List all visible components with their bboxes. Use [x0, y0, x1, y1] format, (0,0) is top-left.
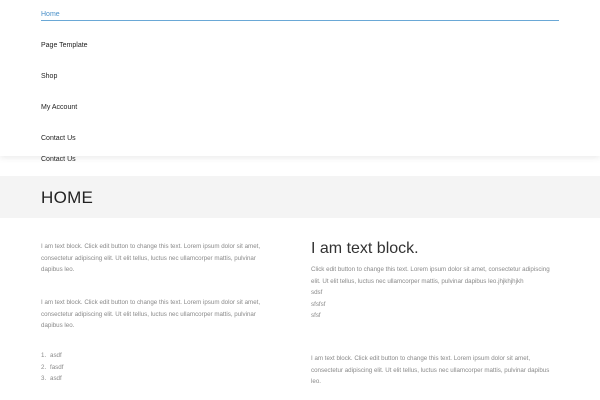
site-header: Home Page Template Shop My Account Conta…: [0, 0, 600, 163]
list-text: fasdf: [50, 363, 64, 371]
nav-item-my-account[interactable]: My Account: [41, 104, 77, 111]
text-block-1: I am text block. Click edit button to ch…: [41, 243, 261, 273]
text-block-body-paragraph: Click edit button to change this text. L…: [311, 266, 550, 285]
list-text: asdf: [50, 352, 62, 359]
text-line: sfsfsf: [311, 300, 326, 308]
nav-item-shop[interactable]: Shop: [41, 73, 57, 80]
nav-active-underline: [41, 20, 559, 21]
list-item: 1. asdf: [41, 350, 63, 362]
text-block-heading: I am text block.: [311, 240, 419, 257]
page-title: HOME: [41, 188, 94, 207]
nav-item-page-template[interactable]: Page Template: [41, 42, 88, 49]
text-block-2: I am text block. Click edit button to ch…: [41, 299, 261, 329]
list-number: 1.: [41, 352, 47, 359]
list-item: 2. fasdf: [41, 362, 63, 374]
text-block-body: Click edit button to change this text. L…: [311, 264, 551, 322]
list-text: asdf: [50, 375, 62, 382]
list-item: 3. asdf: [41, 373, 63, 385]
list-number: 3.: [41, 375, 47, 382]
text-line: sfsf: [311, 312, 321, 319]
ordered-list: 1. asdf 2. fasdf 3. asdf: [41, 350, 63, 385]
nav-item-contact-us[interactable]: Contact Us: [41, 135, 76, 142]
text-line: sdsf: [311, 289, 323, 296]
text-block-3: I am text block. Click edit button to ch…: [311, 355, 550, 385]
nav-item-contact-us-secondary[interactable]: Contact Us: [41, 156, 76, 163]
nav-item-home[interactable]: Home: [41, 11, 60, 18]
list-number: 2.: [41, 363, 47, 371]
